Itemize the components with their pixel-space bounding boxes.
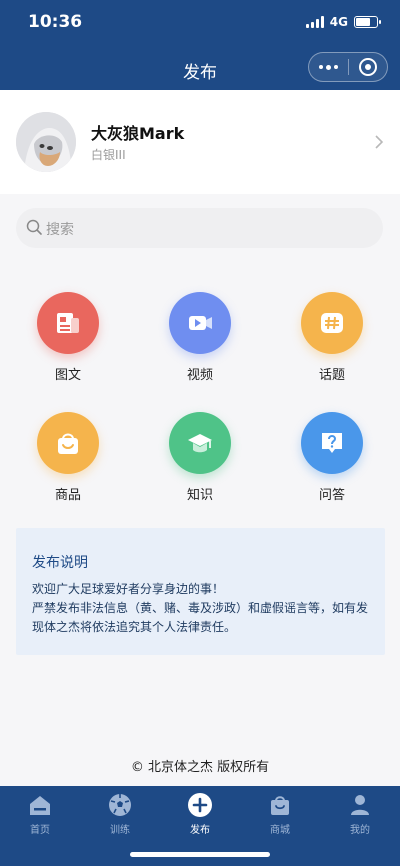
profile-card[interactable]: 大灰狼Mark 白银III xyxy=(0,90,400,194)
close-icon[interactable] xyxy=(348,58,387,76)
user-level: 白银III xyxy=(91,148,126,162)
status-time: 10:36 xyxy=(28,12,83,32)
tab-publish[interactable]: 发布 xyxy=(160,792,240,836)
tab-shop[interactable]: 商城 xyxy=(240,792,320,836)
tab-label: 首页 xyxy=(30,825,50,836)
tab-training[interactable]: 训练 xyxy=(80,792,160,836)
search-input[interactable]: 搜索 xyxy=(16,208,383,248)
tab-label: 我的 xyxy=(350,825,370,836)
notice-title: 发布说明 xyxy=(32,555,88,571)
notice-body: 欢迎广大足球爱好者分享身边的事！ 严禁发布非法信息（黄、赌、毒及涉政）和虚假谣言… xyxy=(32,580,376,637)
publish-video-button[interactable]: 视频 xyxy=(152,292,248,383)
video-icon xyxy=(169,292,231,354)
more-icon[interactable] xyxy=(309,64,348,70)
football-icon xyxy=(80,792,160,818)
publish-topic-button[interactable]: 话题 xyxy=(284,292,380,383)
status-indicators: 4G xyxy=(305,15,381,29)
network-type: 4G xyxy=(329,15,348,29)
publish-goods-button[interactable]: 商品 xyxy=(20,412,116,503)
notice-line: 欢迎广大足球爱好者分享身边的事！ xyxy=(32,582,225,596)
user-icon xyxy=(320,792,400,818)
shop-bag-icon xyxy=(240,792,320,818)
tab-label: 训练 xyxy=(110,825,130,836)
user-name: 大灰狼Mark xyxy=(91,124,185,143)
grid-label: 图文 xyxy=(54,368,81,383)
grid-label: 商品 xyxy=(54,488,81,503)
plus-circle-icon xyxy=(160,792,240,818)
tab-label: 商城 xyxy=(270,825,290,836)
chevron-right-icon xyxy=(375,135,384,149)
grid-label: 视频 xyxy=(186,368,213,383)
mini-program-capsule xyxy=(308,52,388,82)
search-placeholder: 搜索 xyxy=(46,222,74,238)
home-indicator xyxy=(130,852,270,857)
signal-icon xyxy=(305,16,324,28)
publish-notice: 发布说明 欢迎广大足球爱好者分享身边的事！ 严禁发布非法信息（黄、赌、毒及涉政）… xyxy=(16,528,385,655)
publish-qa-button[interactable]: 问答 xyxy=(284,412,380,503)
tab-label: 发布 xyxy=(190,825,210,836)
topic-hash-icon xyxy=(301,292,363,354)
tab-mine[interactable]: 我的 xyxy=(320,792,400,836)
publish-knowledge-button[interactable]: 知识 xyxy=(152,412,248,503)
notice-line: 严禁发布非法信息（黄、赌、毒及涉政）和虚假谣言等，如有发现体之杰将依法追究其个人… xyxy=(32,601,369,634)
home-icon xyxy=(0,792,80,818)
question-bubble-icon xyxy=(301,412,363,474)
nav-bar: 发布 xyxy=(0,46,400,90)
graduation-cap-icon xyxy=(169,412,231,474)
avatar[interactable] xyxy=(16,112,76,172)
publish-news-button[interactable]: 图文 xyxy=(20,292,116,383)
copyright-text: © 北京体之杰 版权所有 xyxy=(130,760,270,775)
grid-label: 知识 xyxy=(186,488,213,503)
tab-home[interactable]: 首页 xyxy=(0,792,80,836)
search-icon xyxy=(26,219,42,235)
grid-label: 问答 xyxy=(318,488,345,503)
grid-label: 话题 xyxy=(318,368,345,383)
battery-icon xyxy=(354,16,381,28)
news-icon xyxy=(37,292,99,354)
status-bar: 10:36 4G xyxy=(0,0,400,46)
shopping-bag-icon xyxy=(37,412,99,474)
